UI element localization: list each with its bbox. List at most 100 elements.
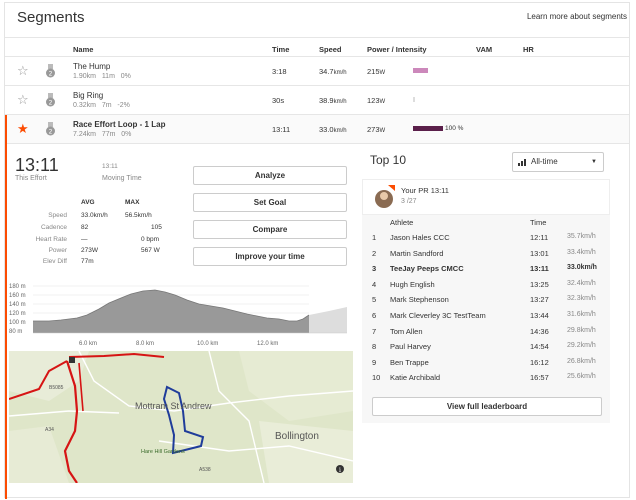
leaderboard-row[interactable]: 9 Ben Trappe 16:12 26.8km/h (362, 355, 610, 371)
leaderboard-row-current[interactable]: 3 TeeJay Peeps CMCC 13:11 33.0km/h (362, 261, 610, 277)
segment-row[interactable]: ☆ 2 The Hump 1.90km 11m 0% 3:18 34.7km/h… (5, 57, 629, 85)
divider (5, 143, 629, 144)
svg-text:2: 2 (49, 129, 53, 136)
svg-text:2: 2 (49, 71, 53, 78)
your-pr-label: Your PR 13:11 (401, 186, 449, 195)
stat-avg: — (81, 236, 88, 243)
top10-title: Top 10 (370, 153, 407, 167)
svg-text:2: 2 (49, 100, 53, 107)
avg-header: AVG (81, 199, 95, 206)
stat-max: 56.5km/h (125, 212, 152, 219)
finish-flag-icon (69, 357, 75, 363)
star-icon[interactable]: ☆ (17, 64, 29, 77)
stat-avg: 33.0km/h (81, 212, 108, 219)
time-filter-select[interactable]: All-time ▼ (512, 152, 604, 172)
stat-label: Cadence (40, 224, 67, 231)
intensity-percent: 100 % (445, 125, 464, 132)
star-filled-icon[interactable]: ★ (17, 122, 29, 135)
leaderboard-row[interactable]: 5 Mark Stephenson 13:27 32.3km/h (362, 292, 610, 308)
view-full-leaderboard-button[interactable]: View full leaderboard (372, 397, 602, 416)
your-pr: Your PR 13:11 3 /27 (362, 179, 610, 215)
time-filter-value: All-time (531, 157, 558, 166)
stat-avg: 77m (81, 258, 94, 265)
map-label-road: A34 (45, 427, 54, 433)
medal-icon: 2 (46, 122, 55, 136)
leaderboard-row[interactable]: 7 Tom Allen 14:36 29.8km/h (362, 324, 610, 340)
y-tick: 100 m (9, 320, 26, 326)
leaderboard-row[interactable]: 1 Jason Hales CCC 12:11 35.7km/h (362, 230, 610, 246)
leaderboard: Your PR 13:11 3 /27 Athlete Time 1 Jason … (362, 179, 610, 423)
stat-label: Elev Diff (42, 258, 67, 265)
improve-time-button[interactable]: Improve your time (193, 247, 347, 266)
elevation-area-outside (309, 307, 347, 333)
medal-icon: 2 (46, 93, 55, 107)
segment-name[interactable]: Race Effort Loop - 1 Lap (73, 120, 165, 129)
learn-more-link[interactable]: Learn more about segments (527, 12, 627, 21)
leaderboard-row[interactable]: 2 Martin Sandford 13:01 33.4km/h (362, 246, 610, 262)
col-athlete: Athlete (390, 218, 414, 227)
map-label-town: Bollington (275, 431, 319, 442)
x-tick: 6.0 km (79, 341, 97, 347)
leaderboard-row[interactable]: 10 Katie Archibald 16:57 25.6km/h (362, 370, 610, 386)
page-title: Segments (17, 9, 85, 26)
segment-time: 30s (272, 96, 285, 105)
set-goal-button[interactable]: Set Goal (193, 193, 347, 212)
map-label-road: B5085 (49, 385, 64, 391)
leaderboard-row[interactable]: 8 Paul Harvey 14:54 29.2km/h (362, 339, 610, 355)
your-pr-rank: 3 /27 (401, 198, 417, 205)
segment-speed: 38.9km/h (319, 96, 347, 105)
stat-max: 105 (151, 224, 162, 231)
segment-power: 215W (367, 67, 386, 76)
stat-label: Heart Rate (35, 236, 67, 243)
elevation-area (33, 290, 309, 333)
svg-text:i: i (339, 467, 341, 474)
x-tick: 10.0 km (197, 341, 218, 347)
divider (5, 37, 629, 38)
max-header: MAX (125, 199, 140, 206)
star-icon[interactable]: ☆ (17, 93, 29, 106)
compare-button[interactable]: Compare (193, 220, 347, 239)
map-label-town: Mottram St Andrew (135, 401, 212, 411)
x-tick: 8.0 km (136, 341, 154, 347)
leaderboard-row[interactable]: 6 Mark Cleverley 3C TestTeam 13:44 31.6km/h (362, 308, 610, 324)
y-tick: 160 m (9, 293, 26, 299)
segment-time: 3:18 (272, 67, 287, 76)
segments-panel: Segments Learn more about segments Name … (4, 2, 630, 499)
map-label-place: Hare Hill Gardens (141, 449, 185, 455)
stat-label: Power (48, 247, 67, 254)
segment-details: 0.32km 7m -2% (73, 102, 130, 109)
avatar[interactable] (374, 185, 396, 209)
stat-max: 567 W (141, 247, 160, 254)
moving-time: 13:11 (102, 163, 118, 170)
segment-time: 13:11 (272, 125, 291, 134)
leaderboard-row[interactable]: 4 Hugh English 13:25 32.4km/h (362, 277, 610, 293)
col-speed: Speed (319, 45, 342, 54)
y-tick: 180 m (9, 284, 26, 290)
intensity-bar (413, 97, 415, 102)
analyze-button[interactable]: Analyze (193, 166, 347, 185)
stat-avg: 82 (81, 224, 89, 231)
stat-max: 0 bpm (141, 236, 160, 243)
moving-time-label: Moving Time (102, 175, 142, 182)
segment-name[interactable]: Big Ring (73, 91, 103, 100)
segment-row-selected[interactable]: ★ 2 Race Effort Loop - 1 Lap 7.24km 77m … (5, 115, 629, 143)
segment-name[interactable]: The Hump (73, 62, 110, 71)
segment-speed: 33.0km/h (319, 125, 347, 134)
segment-details: 7.24km 77m 0% (73, 131, 132, 138)
segment-power: 273W (367, 125, 386, 134)
route-map[interactable]: Mottram St Andrew Bollington Hare Hill G… (9, 351, 353, 483)
segment-speed: 34.7km/h (319, 67, 347, 76)
intensity-bar (413, 68, 428, 73)
map-label-road: A538 (199, 467, 211, 473)
intensity-bar (413, 126, 443, 131)
y-tick: 140 m (9, 302, 26, 308)
stat-label: Speed (48, 212, 67, 219)
elevation-chart: 180 m 160 m 140 m 120 m 100 m 80 m 6.0 k… (9, 284, 347, 347)
stat-avg: 273W (81, 247, 98, 254)
x-tick: 12.0 km (257, 341, 278, 347)
segments-header: Segments Learn more about segments (5, 3, 629, 37)
col-time: Time (272, 45, 290, 54)
segment-power: 123W (367, 96, 386, 105)
segment-row[interactable]: ☆ 2 Big Ring 0.32km 7m -2% 30s 38.9km/h … (5, 86, 629, 114)
effort-time-label: This Effort (15, 175, 47, 182)
